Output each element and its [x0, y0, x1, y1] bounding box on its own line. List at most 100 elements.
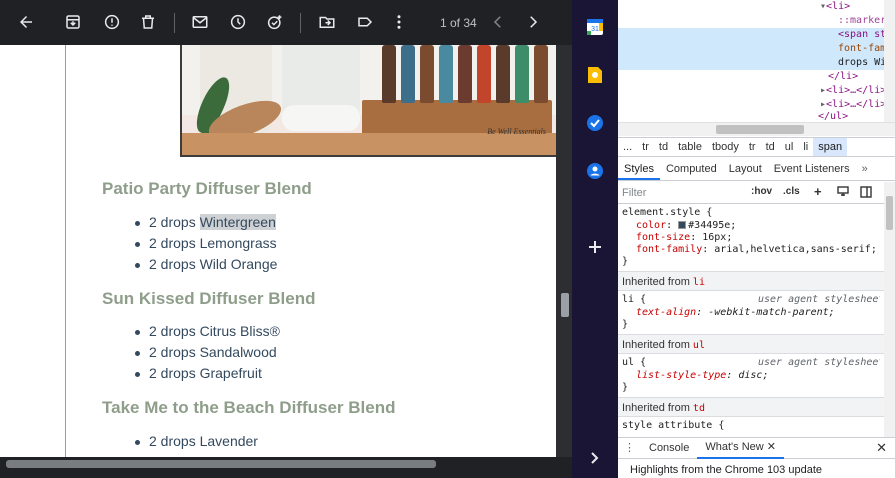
photo-bottle	[420, 45, 434, 103]
css-selector: li {	[622, 294, 647, 305]
breadcrumb-tr[interactable]: tr	[744, 138, 761, 156]
styles-vertical-scroll-thumb[interactable]	[886, 196, 893, 230]
toggle-hover-state-button[interactable]: :hov	[751, 186, 772, 197]
dom-node-li[interactable]: ▾<li>	[618, 0, 884, 14]
bullet	[135, 221, 140, 226]
breadcrumb-td[interactable]: td	[761, 138, 780, 156]
photo-bottle	[382, 45, 396, 103]
dom-horizontal-scroll-thumb[interactable]	[716, 125, 804, 134]
selected-text-wintergreen[interactable]: Wintergreen	[199, 214, 276, 230]
email-horizontal-scroll-thumb[interactable]	[6, 460, 436, 468]
bullet	[135, 372, 140, 377]
styles-filter-input[interactable]	[622, 185, 742, 201]
keep-icon[interactable]	[584, 64, 606, 86]
list-item: 2 drops Grapefruit	[134, 363, 280, 384]
toolbar-separator	[300, 13, 301, 33]
color-swatch[interactable]	[678, 221, 687, 229]
add-to-tasks-icon[interactable]	[264, 11, 286, 33]
element-style-selector[interactable]: element.style {	[622, 207, 884, 219]
inherited-tag-link[interactable]: td	[693, 403, 705, 414]
archive-icon[interactable]	[62, 11, 84, 33]
rule-close-brace: }	[622, 319, 629, 330]
whats-new-headline: Highlights from the Chrome 103 update	[630, 464, 822, 476]
more-options-icon[interactable]	[388, 11, 410, 33]
photo-bottle	[401, 45, 415, 103]
move-to-icon[interactable]	[316, 11, 338, 33]
breadcrumb-ellipsis[interactable]: ...	[618, 138, 637, 156]
breadcrumb-td[interactable]: td	[654, 138, 673, 156]
tasks-icon[interactable]	[584, 112, 606, 134]
close-drawer-icon[interactable]: ✕	[876, 440, 895, 456]
mark-unread-icon[interactable]	[189, 11, 211, 33]
newer-chevron-left-icon[interactable]	[487, 11, 509, 33]
blend-heading-patio-party: Patio Party Diffuser Blend	[102, 179, 312, 198]
close-tab-icon[interactable]: ✕	[767, 441, 776, 453]
label-icon[interactable]	[354, 11, 376, 33]
photo-caption: Be Well Essentials	[487, 127, 546, 136]
tab-styles[interactable]: Styles	[618, 158, 660, 180]
style-decl-text-align[interactable]: text-align: -webkit-match-parent;	[622, 307, 884, 319]
dom-vertical-scrollbar[interactable]	[884, 0, 895, 122]
user-agent-stylesheet-label: user agent stylesheet	[758, 357, 880, 368]
dom-node-text: font-fam	[838, 43, 884, 54]
user-agent-stylesheet-label: user agent stylesheet	[758, 294, 880, 305]
style-decl-font-family[interactable]: font-family: arial,helvetica,sans-serif;	[622, 244, 884, 256]
breadcrumb-span[interactable]: span	[813, 138, 848, 156]
style-decl-list-style-type[interactable]: list-style-type: disc;	[622, 370, 884, 382]
snooze-icon[interactable]	[227, 11, 249, 33]
list-item-text: 2 drops Citrus Bliss®	[149, 323, 280, 339]
dom-node-li-close[interactable]: </li>	[618, 70, 884, 84]
report-spam-icon[interactable]	[101, 11, 123, 33]
toggle-class-button[interactable]: .cls	[783, 186, 800, 197]
email-vertical-scroll-thumb[interactable]	[561, 293, 569, 317]
tab-whats-new[interactable]: What's New ✕	[697, 437, 784, 459]
style-decl-font-size[interactable]: font-size: 16px;	[622, 232, 884, 244]
expand-panel-chevron-icon[interactable]	[584, 447, 606, 469]
tab-computed[interactable]: Computed	[660, 158, 723, 180]
get-addons-plus-icon[interactable]	[584, 236, 606, 258]
styles-pane-tabs: Styles Computed Layout Event Listeners »	[618, 158, 895, 181]
contacts-icon[interactable]	[584, 160, 606, 182]
css-value: #34495e;	[688, 220, 737, 231]
toggle-sidebar-icon[interactable]	[860, 186, 872, 201]
more-tabs-chevron-icon[interactable]: »	[856, 158, 874, 180]
list-item-text: 2 drops Grapefruit	[149, 365, 262, 381]
list-item-text: 2 drops Lemongrass	[149, 235, 277, 251]
dom-node-span-text[interactable]: drops Wi	[618, 56, 884, 70]
back-arrow-icon[interactable]	[15, 11, 37, 33]
bullet	[135, 263, 140, 268]
css-property: font-family	[636, 244, 703, 255]
inherited-label: Inherited from	[622, 402, 693, 414]
computed-styles-toggle-icon[interactable]	[837, 186, 849, 201]
calendar-icon[interactable]: 31	[584, 16, 606, 38]
tab-console[interactable]: Console	[641, 438, 697, 458]
inherited-tag-link[interactable]: ul	[693, 340, 705, 351]
photo-bottle	[458, 45, 472, 103]
email-vertical-scrollbar[interactable]	[556, 45, 572, 457]
style-attribute-selector[interactable]: style attribute {	[622, 420, 884, 432]
breadcrumb-ul[interactable]: ul	[780, 138, 799, 156]
tab-layout[interactable]: Layout	[723, 158, 768, 180]
dom-node-li-collapsed[interactable]: ▸<li>…</li>	[618, 84, 884, 98]
drawer-menu-icon[interactable]: ⋮	[618, 438, 641, 458]
breadcrumb-table[interactable]: table	[673, 138, 707, 156]
breadcrumb-tr[interactable]: tr	[637, 138, 654, 156]
tab-event-listeners[interactable]: Event Listeners	[768, 158, 856, 180]
photo-table	[182, 133, 556, 155]
dom-node-marker[interactable]: ::marker	[618, 14, 884, 28]
dom-node-span-selected[interactable]: <span st	[618, 28, 884, 42]
inherited-tag-link[interactable]: li	[693, 277, 705, 288]
dom-node-text: ::marker	[838, 15, 884, 26]
older-chevron-right-icon[interactable]	[522, 11, 544, 33]
delete-icon[interactable]	[137, 11, 159, 33]
breadcrumb-li[interactable]: li	[798, 138, 813, 156]
email-border-line	[65, 45, 66, 457]
dom-node-span-attr[interactable]: font-fam	[618, 42, 884, 56]
style-decl-color[interactable]: color: #34495e;	[622, 220, 884, 232]
dom-node-text: drops Wi	[838, 57, 884, 68]
new-style-rule-plus-icon[interactable]: +	[814, 184, 822, 199]
side-app-rail: 31	[572, 0, 618, 478]
blend-list-patio-party: 2 drops Wintergreen 2 drops Lemongrass 2…	[134, 212, 277, 275]
breadcrumb-tbody[interactable]: tbody	[707, 138, 744, 156]
inherited-label: Inherited from	[622, 339, 693, 351]
